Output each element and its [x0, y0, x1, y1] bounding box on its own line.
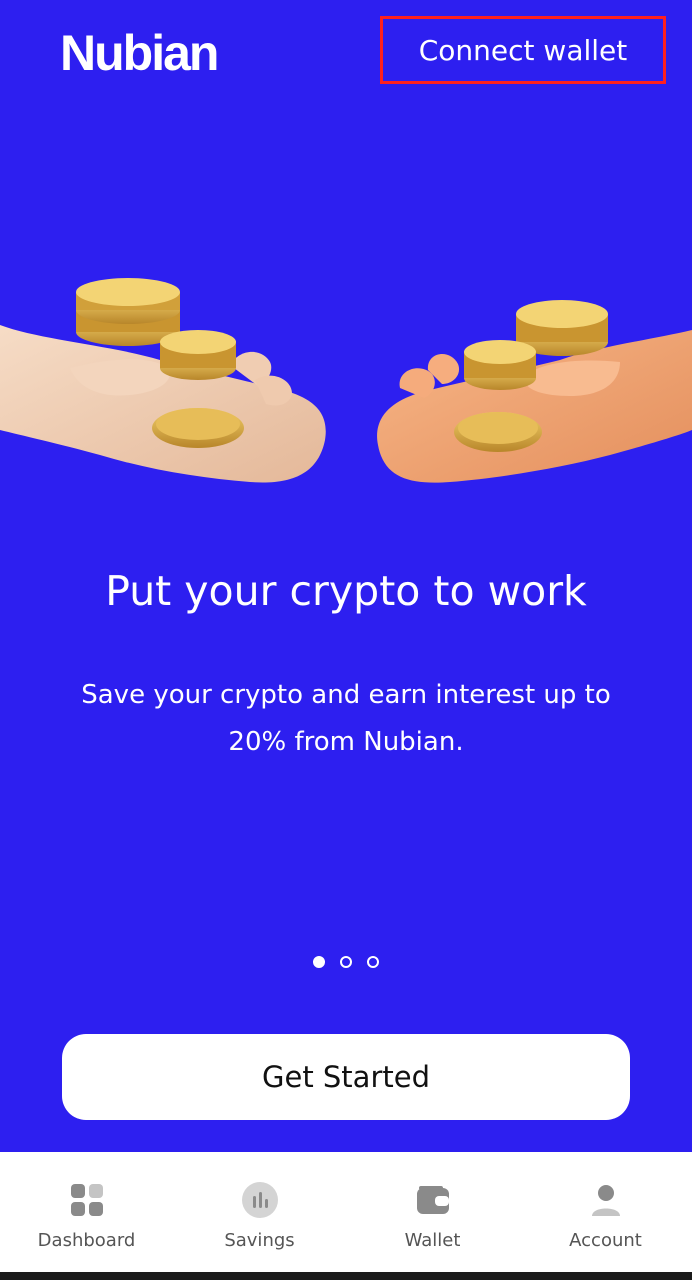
savings-chart-icon [241, 1182, 278, 1218]
nav-item-savings[interactable]: Savings [173, 1152, 346, 1272]
system-navigation-strip [0, 1272, 692, 1280]
nav-item-dashboard[interactable]: Dashboard [0, 1152, 173, 1272]
nav-label-wallet: Wallet [404, 1230, 461, 1251]
get-started-button[interactable]: Get Started [62, 1034, 630, 1120]
nubian-logo: Nubian [60, 25, 219, 81]
bottom-navigation: Dashboard Savings Wallet Account [0, 1152, 692, 1272]
nav-label-savings: Savings [224, 1230, 295, 1251]
nav-item-account[interactable]: Account [519, 1152, 692, 1272]
nav-label-account: Account [569, 1230, 642, 1251]
hands-with-coins-illustration [0, 278, 692, 483]
pager-dots [0, 956, 692, 968]
pager-dot-3[interactable] [367, 956, 379, 968]
right-hand-icon [377, 300, 692, 483]
left-hand-icon [0, 278, 326, 483]
nav-item-wallet[interactable]: Wallet [346, 1152, 519, 1272]
account-person-icon [591, 1185, 620, 1216]
wallet-icon [416, 1186, 449, 1214]
onboarding-screen: Nubian Connect wallet Put your crypto to… [0, 0, 692, 1152]
hero-headline: Put your crypto to work [105, 567, 587, 615]
nav-label-dashboard: Dashboard [37, 1230, 136, 1251]
pager-dot-2[interactable] [340, 956, 352, 968]
hero-subtitle: Save your crypto and earn interest up to… [81, 680, 611, 757]
pager-dot-1[interactable] [313, 956, 325, 968]
dashboard-grid-icon [70, 1184, 103, 1216]
connect-wallet-button[interactable]: Connect wallet [380, 16, 666, 84]
